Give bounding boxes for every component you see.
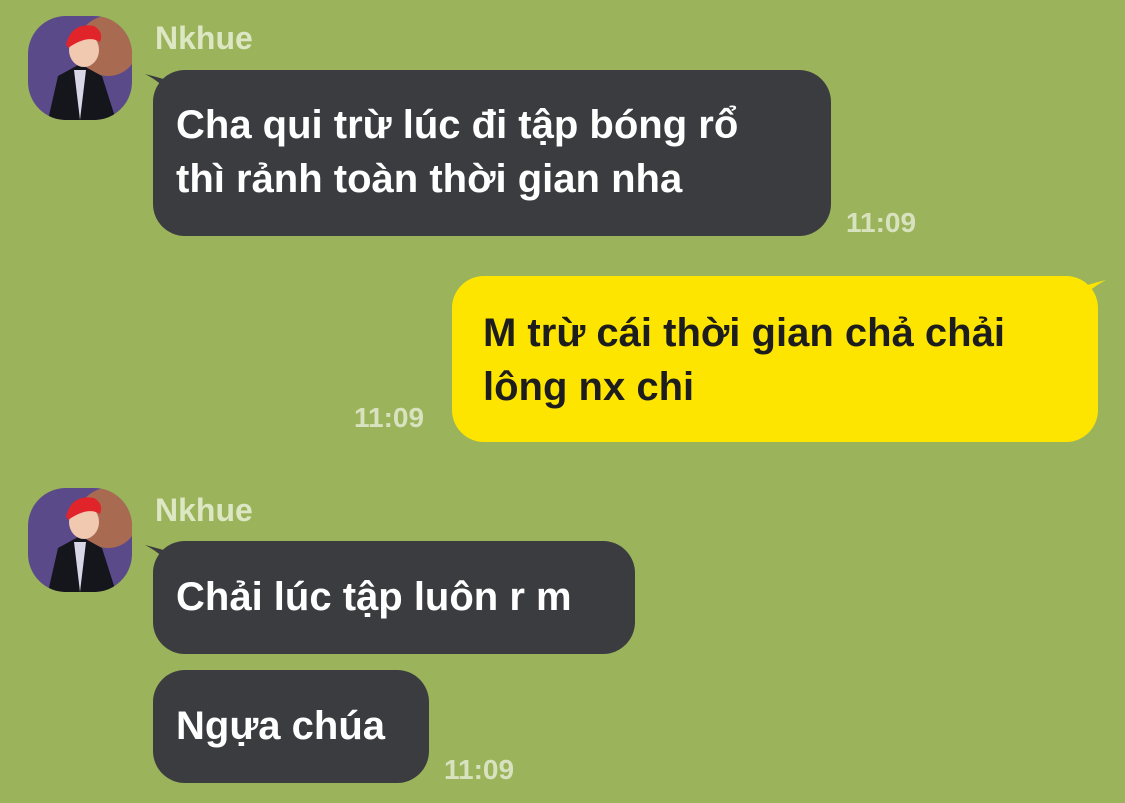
message-line: Chải lúc tập luôn r m — [176, 575, 572, 619]
sender-name: Nkhue — [155, 492, 253, 528]
message-bubble[interactable]: Cha qui trừ lúc đi tập bóng rổ thì rảnh … — [153, 70, 831, 236]
avatar-image — [28, 488, 132, 592]
avatar[interactable] — [28, 16, 132, 120]
message-time: 11:09 — [354, 402, 425, 433]
message-line: thì rảnh toàn thời gian nha — [176, 157, 683, 201]
message-bubble[interactable]: Ngựa chúa — [153, 670, 429, 783]
message-line: Ngựa chúa — [176, 704, 386, 748]
message-time: 11:09 — [846, 207, 917, 238]
message-bubble[interactable]: Chải lúc tập luôn r m — [153, 541, 635, 654]
message-line: Cha qui trừ lúc đi tập bóng rổ — [176, 103, 739, 147]
message-bubble[interactable]: M trừ cái thời gian chả chải lông nx chi — [452, 276, 1098, 442]
message-line: M trừ cái thời gian chả chải — [483, 311, 1005, 355]
sender-name: Nkhue — [155, 20, 253, 56]
message-time: 11:09 — [444, 754, 515, 785]
avatar[interactable] — [28, 488, 132, 592]
message-line: lông nx chi — [483, 365, 695, 409]
avatar-image — [28, 16, 132, 120]
